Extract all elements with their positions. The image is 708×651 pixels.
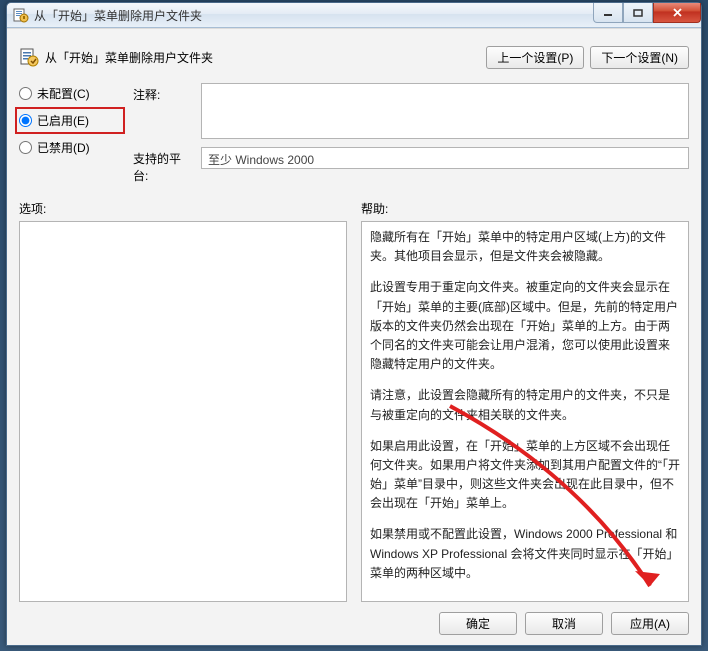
comment-label: 注释: [133,83,193,103]
help-paragraph: 请注意，此设置会隐藏所有的特定用户的文件夹，不只是与被重定向的文件夹相关联的文件… [370,386,680,424]
ok-button[interactable]: 确定 [439,612,517,635]
policy-dialog-window: 从「开始」菜单删除用户文件夹 [6,2,702,646]
radio-not-configured-label: 未配置(C) [37,85,90,102]
cancel-button[interactable]: 取消 [525,612,603,635]
dialog-footer: 确定 取消 应用(A) [19,602,689,635]
lower-panels: 选项: 帮助: 隐藏所有在「开始」菜单中的特定用户区域(上方)的文件夹。其他项目… [19,200,689,602]
titlebar[interactable]: 从「开始」菜单删除用户文件夹 [7,3,701,28]
header-row: 从「开始」菜单删除用户文件夹 上一个设置(P) 下一个设置(N) [19,37,689,77]
radio-not-configured-input[interactable] [19,87,32,100]
config-area: 未配置(C) 已启用(E) 已禁用(D) 注释: [19,83,689,184]
maximize-button[interactable] [623,3,653,23]
radio-enabled[interactable]: 已启用(E) [19,112,119,129]
help-caption: 帮助: [361,200,689,217]
next-setting-button[interactable]: 下一个设置(N) [590,46,689,69]
help-paragraph: 如果启用此设置，在「开始」菜单的上方区域不会出现任何文件夹。如果用户将文件夹添加… [370,437,680,514]
radio-disabled[interactable]: 已禁用(D) [19,139,119,156]
radio-enabled-input[interactable] [19,114,32,127]
header-title: 从「开始」菜单删除用户文件夹 [45,49,213,66]
supported-platform-field: 至少 Windows 2000 [201,147,689,169]
close-button[interactable] [653,3,701,23]
policy-header-icon [19,47,39,67]
options-caption: 选项: [19,200,347,217]
help-paragraph: 此设置专用于重定向文件夹。被重定向的文件夹会显示在「开始」菜单的主要(底部)区域… [370,278,680,374]
options-panel[interactable] [19,221,347,602]
previous-setting-button[interactable]: 上一个设置(P) [486,46,584,69]
radio-enabled-label: 已启用(E) [37,112,89,129]
radio-disabled-input[interactable] [19,141,32,154]
state-radio-group: 未配置(C) 已启用(E) 已禁用(D) [19,83,119,184]
radio-disabled-label: 已禁用(D) [37,139,90,156]
window-controls [593,3,701,23]
titlebar-title: 从「开始」菜单删除用户文件夹 [34,7,202,24]
help-paragraph: 隐藏所有在「开始」菜单中的特定用户区域(上方)的文件夹。其他项目会显示，但是文件… [370,228,680,266]
help-panel[interactable]: 隐藏所有在「开始」菜单中的特定用户区域(上方)的文件夹。其他项目会显示，但是文件… [361,221,689,602]
apply-button[interactable]: 应用(A) [611,612,689,635]
dialog-content: 从「开始」菜单删除用户文件夹 上一个设置(P) 下一个设置(N) 未配置(C) … [7,28,701,645]
policy-icon [13,7,29,23]
radio-not-configured[interactable]: 未配置(C) [19,85,119,102]
help-paragraph: 如果禁用或不配置此设置，Windows 2000 Professional 和 … [370,525,680,583]
platform-label: 支持的平台: [133,147,193,184]
comment-textarea[interactable] [201,83,689,139]
enabled-highlight-annotation: 已启用(E) [15,107,125,134]
minimize-button[interactable] [593,3,623,23]
